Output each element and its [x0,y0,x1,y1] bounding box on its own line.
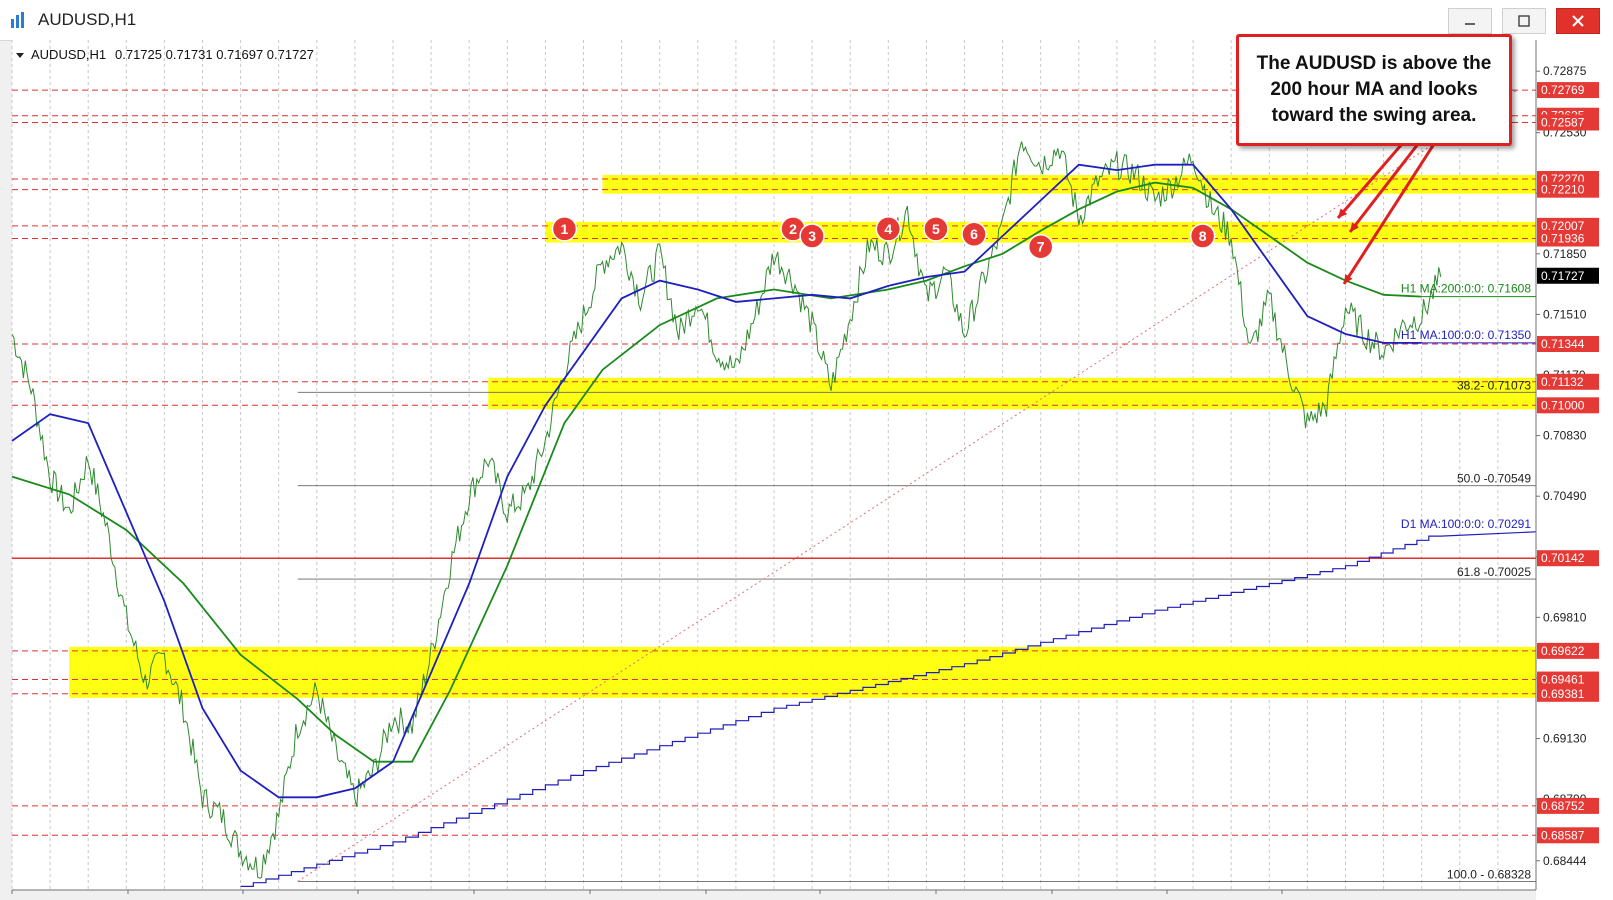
touch-marker-label: 5 [932,221,940,237]
price-chart[interactable]: 38.2- 0.71073 50.0 -0.70549 61.8 -0.70025 1… [0,40,1613,900]
touch-marker-label: 6 [970,226,978,242]
symbol-header: AUDUSD,H1 0.71725 0.71731 0.71697 0.7172… [16,47,314,62]
yellow-zone [488,377,1536,410]
maximize-button[interactable] [1502,8,1546,34]
yellow-zone [69,646,1536,698]
ma-label-d1: D1 MA:100:0:0: 0.70291 [1401,517,1531,531]
minimize-icon [1465,23,1475,25]
chart-app-icon [11,12,24,28]
annotation-text: The AUDUSD is above the 200 hour MA and … [1256,53,1492,126]
price-tick-label: 0.72875 [1543,64,1587,78]
level-badge-label: 0.72210 [1541,183,1585,197]
fib-label: 61.8 -0.70025 [1457,565,1531,579]
time-axis: 12 Feb 202626 Mar 22:001 Apr 22:007 Apr … [11,890,1367,900]
ma-label: H1 MA:100:0:0: 0.71350 [1401,328,1531,342]
current-price-label: 0.71727 [1541,269,1585,283]
price-tick-label: 0.71850 [1543,247,1587,261]
level-badge-label: 0.71000 [1541,398,1585,412]
yellow-zone [602,174,1536,194]
ma-label: H1 MA:200:0:0: 0.71608 [1401,282,1531,296]
price-tick-label: 0.70490 [1543,489,1587,503]
level-badge-label: 0.71344 [1541,337,1585,351]
touch-marker-label: 4 [884,221,892,237]
minimize-button[interactable] [1448,8,1492,34]
level-badge-label: 0.71132 [1541,375,1584,389]
chart-window: AUDUSD,H1 38.2- 0.71073 50.0 -0.70549 61.8… [0,0,1613,900]
annotation-callout: The AUDUSD is above the 200 hour MA and … [1236,34,1512,146]
close-button[interactable] [1556,8,1600,34]
price-tick-label: 0.71510 [1543,307,1587,321]
price-tick-label: 0.69810 [1543,610,1587,624]
maximize-icon [1518,15,1530,27]
touch-marker-label: 2 [789,221,797,237]
level-badge-label: 0.69381 [1541,687,1585,701]
price-tick-label: 0.69130 [1543,732,1587,746]
level-badge-label: 0.69461 [1541,673,1585,687]
touch-marker-label: 8 [1199,228,1207,244]
touch-marker-label: 7 [1037,239,1045,255]
level-badge-label: 0.72769 [1541,83,1585,97]
ohlc-values: 0.71725 0.71731 0.71697 0.71727 [115,47,314,62]
fib-label: 50.0 -0.70549 [1457,472,1531,486]
level-badge-label: 0.68752 [1541,799,1585,813]
fib-label: 100.0 - 0.68328 [1447,867,1531,881]
window-title: AUDUSD,H1 [38,10,137,29]
fib-label: 38.2- 0.71073 [1457,378,1531,392]
price-tick-label: 0.68444 [1543,854,1587,868]
touch-marker-label: 3 [808,228,816,244]
level-badge-label: 0.70142 [1541,551,1585,565]
symbol-label: AUDUSD,H1 [31,47,106,62]
level-badge-label: 0.68587 [1541,828,1585,842]
level-badge-label: 0.69622 [1541,644,1585,658]
level-badge-label: 0.72587 [1541,116,1585,130]
price-tick-label: 0.70830 [1543,429,1587,443]
touch-marker-label: 1 [561,221,569,237]
price-axis-background [1536,40,1613,900]
level-badge-label: 0.71936 [1541,232,1585,246]
close-icon [1572,15,1584,27]
